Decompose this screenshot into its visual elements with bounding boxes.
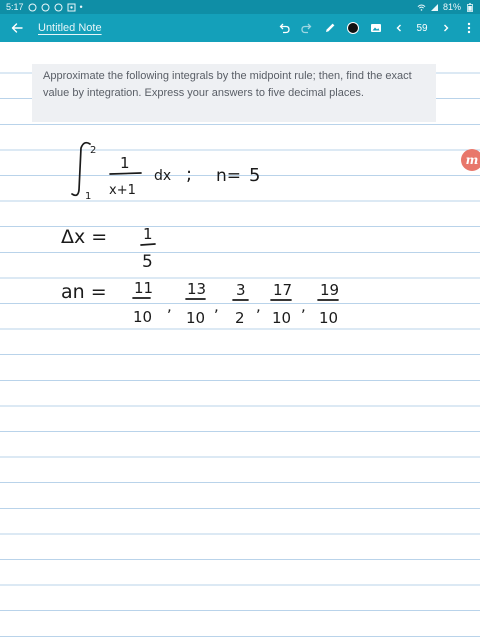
battery-percent: 81% xyxy=(442,2,461,12)
handwriting-layer: 2 1 1 x+1 dx ; n= 5 Δx = 1 5 an = 11 10 … xyxy=(61,141,339,327)
wifi-icon xyxy=(417,3,426,12)
midpoint-numerator-1: 11 xyxy=(134,279,153,297)
n-label: n= xyxy=(216,166,241,186)
back-arrow-icon xyxy=(11,23,23,33)
delta-x-numerator: 1 xyxy=(143,225,153,243)
delta-x-fraction-bar xyxy=(140,243,156,246)
pen-color-button[interactable] xyxy=(341,14,364,42)
delta-x-denominator: 5 xyxy=(142,252,153,272)
lower-limit: 1 xyxy=(85,191,91,202)
status-right: 81% xyxy=(417,2,474,12)
back-button[interactable] xyxy=(0,14,34,42)
n-value: 5 xyxy=(249,165,260,186)
note-title[interactable]: Untitled Note xyxy=(38,22,102,34)
integral-sign xyxy=(71,141,91,197)
status-left: 5:17 • xyxy=(6,2,83,12)
signal-icon xyxy=(430,3,439,12)
integrand-denominator: x+1 xyxy=(109,183,136,198)
battery-icon xyxy=(465,2,474,12)
note-canvas[interactable]: Approximate the following integrals by t… xyxy=(0,42,480,640)
toolbar-actions: 59 xyxy=(272,14,480,42)
midpoint-denominator-1: 10 xyxy=(133,308,152,326)
status-bar: 5:17 • 81% xyxy=(0,0,480,14)
undo-button[interactable] xyxy=(272,14,295,42)
midpoint-denominator-3: 2 xyxy=(235,309,245,327)
comma-2: , xyxy=(214,297,219,315)
page-number: 59 xyxy=(416,22,428,34)
clock: 5:17 xyxy=(6,2,24,12)
integrand-numerator: 1 xyxy=(120,154,130,172)
undo-icon xyxy=(279,23,290,34)
app-toolbar: Untitled Note 59 xyxy=(0,14,480,42)
more-options-button[interactable] xyxy=(457,14,480,42)
screenshot-icon xyxy=(67,3,76,12)
redo-icon xyxy=(300,23,311,34)
midpoint-numerator-4: 17 xyxy=(273,281,292,299)
a-n-label: an = xyxy=(61,281,107,303)
chevron-right-icon xyxy=(443,24,448,32)
comma-1: , xyxy=(167,297,172,315)
next-page-button[interactable] xyxy=(434,14,457,42)
status-dot: • xyxy=(79,2,83,12)
midpoint-numerator-2: 13 xyxy=(187,280,206,298)
midpoint-numerator-3: 3 xyxy=(236,281,246,299)
upper-limit: 2 xyxy=(90,145,96,156)
pen-icon xyxy=(325,23,334,32)
midpoint-denominator-4: 10 xyxy=(272,309,291,327)
differential: dx xyxy=(154,168,171,184)
midpoint-denominator-5: 10 xyxy=(319,309,338,327)
notification-icon xyxy=(28,3,37,12)
more-vert-icon xyxy=(467,22,470,34)
delta-x-label: Δx = xyxy=(61,226,107,248)
redo-button[interactable] xyxy=(295,14,318,42)
midpoint-denominator-2: 10 xyxy=(186,309,205,327)
image-icon xyxy=(370,24,381,32)
chevron-left-icon xyxy=(396,24,401,32)
pen-tool-button[interactable] xyxy=(318,14,341,42)
separator: ; xyxy=(186,164,192,185)
integrand-fraction-bar xyxy=(109,172,142,175)
comma-4: , xyxy=(301,297,306,315)
notification-icon xyxy=(41,3,50,12)
notification-icon xyxy=(54,3,63,12)
color-dot xyxy=(346,22,359,34)
previous-page-button[interactable] xyxy=(387,14,410,42)
comma-3: , xyxy=(256,297,261,315)
midpoint-numerator-5: 19 xyxy=(320,281,339,299)
insert-image-button[interactable] xyxy=(364,14,387,42)
